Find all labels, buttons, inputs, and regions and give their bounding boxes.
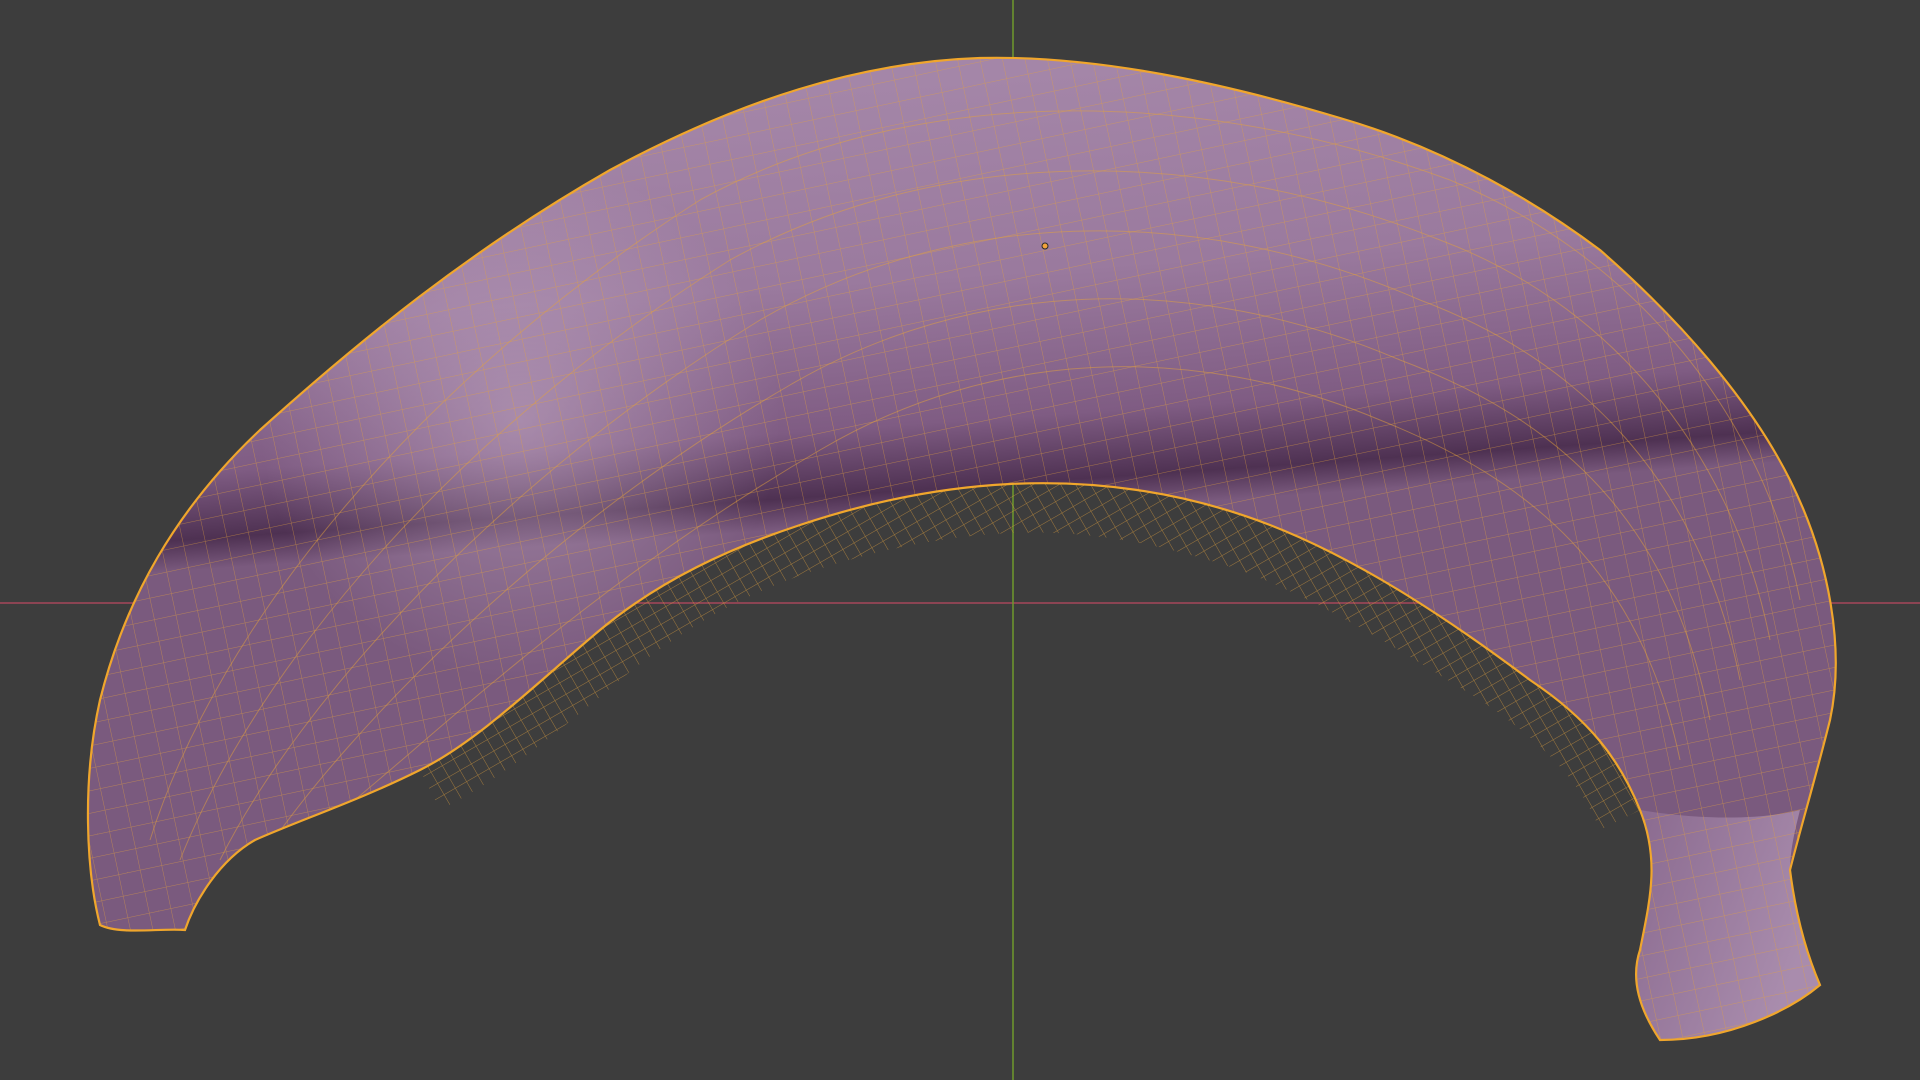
viewport-canvas[interactable] xyxy=(0,0,1920,1080)
banana-mesh-object[interactable] xyxy=(0,0,1920,1080)
object-origin-marker[interactable] xyxy=(1041,242,1049,250)
3d-viewport[interactable] xyxy=(0,0,1920,1080)
wireframe-edges xyxy=(87,57,1836,1041)
